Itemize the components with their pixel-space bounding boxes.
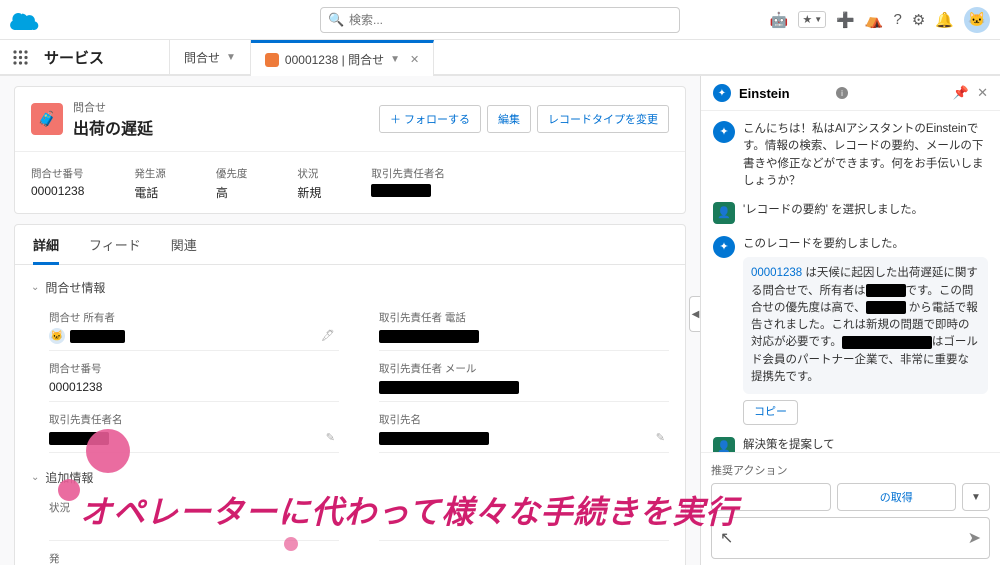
section-additional[interactable]: ⌄ 追加情報 [31,463,669,492]
case-link[interactable]: 00001238 [751,267,802,279]
user-message: 解決策を提案して [743,437,988,453]
field-account-label: 取引先名 [379,412,669,427]
close-panel-icon[interactable]: ✕ [977,85,988,101]
user-avatar-icon: 👤 [713,437,735,453]
favorites-button[interactable]: ★ ▼ [798,11,826,28]
chevron-down-icon: ▼ [226,52,236,63]
redacted-value [49,432,109,445]
hl-origin-label: 発生源 [134,166,166,181]
suggestion-dropdown[interactable]: ▼ [962,483,990,511]
section-inquiry-info[interactable]: ⌄ 問合せ情報 [31,273,669,302]
redacted-value [379,432,489,445]
panel-collapse-handle[interactable]: ◀ [689,296,700,332]
field-contact-phone-label: 取引先責任者 電話 [379,310,669,325]
hl-contact-label: 取引先責任者名 [371,166,445,181]
salesforce-logo [10,10,40,30]
follow-label: フォローする [404,114,470,126]
redacted-value [866,284,906,297]
change-record-type-button[interactable]: レコードタイプを変更 [537,105,669,133]
user-avatar-icon: 👤 [713,202,735,224]
field-contact-name-label: 取引先責任者名 [49,412,339,427]
hl-origin-value: 電話 [134,184,166,201]
info-icon[interactable]: i [836,87,848,99]
tab-cases[interactable]: 問合せ ▼ [170,40,251,74]
chevron-down-icon: ▼ [390,54,400,65]
pin-icon[interactable]: 📌 [953,85,969,101]
edit-pencil-icon[interactable]: ✎ [326,431,335,444]
add-icon[interactable]: ➕ [836,11,855,29]
suggestion-pill[interactable]: の取得 [837,483,957,511]
redacted-value [866,301,906,314]
summary-header: このレコードを要約しました。 [743,236,988,253]
hl-status-label: 状況 [297,166,321,181]
hl-status-value: 新規 [297,184,321,201]
field-status-label: 状況 [49,500,339,515]
user-message: 'レコードの要約' を選択しました。 [743,202,988,224]
einstein-avatar-icon: ✦ [713,121,735,143]
follow-button[interactable]: ＋フォローする [379,105,481,133]
field-owner-label: 問合せ 所有者 [49,310,339,325]
hl-case-no-label: 問合せ番号 [31,166,84,181]
field-origin-label: 発 [49,551,339,565]
edit-pencil-icon[interactable]: 🖋 [321,329,335,342]
copy-button[interactable]: コピー [743,400,798,425]
tab-label: 00001238 | 問合せ [285,51,384,68]
app-launcher-icon[interactable] [0,40,40,74]
tab-related[interactable]: 関連 [171,235,197,264]
chat-input[interactable]: ↖ ➤ [711,517,990,559]
redacted-value [379,330,479,343]
send-icon[interactable]: ➤ [968,528,981,548]
einstein-icon: ✦ [713,84,731,102]
field-case-no-value: 00001238 [49,379,339,395]
user-avatar[interactable]: 🐱 [964,7,990,33]
tab-case-record[interactable]: 00001238 | 問合せ ▼ ✕ [251,40,434,76]
help-icon[interactable]: ? [894,11,902,28]
record-title: 出荷の遅延 [73,115,369,139]
field-contact-email-label: 取引先責任者 メール [379,361,669,376]
close-tab-icon[interactable]: ✕ [410,53,419,66]
trailhead-icon[interactable]: ⛺ [865,11,884,29]
einstein-avatar-icon: ✦ [713,236,735,258]
hl-case-no-value: 00001238 [31,184,84,198]
redacted-value [379,381,519,394]
section-title: 追加情報 [45,469,93,486]
app-name: サービス [40,40,170,74]
field-case-no-label: 問合せ番号 [49,361,339,376]
suggestion-pill[interactable] [711,483,831,511]
case-record-icon: 🧳 [31,103,63,135]
redacted-value [70,330,125,343]
tab-label: 問合せ [184,49,220,66]
tab-feed[interactable]: フィード [89,235,141,264]
edit-pencil-icon[interactable]: ✎ [656,431,665,444]
einstein-title: Einstein [739,86,828,101]
section-title: 問合せ情報 [45,279,105,296]
object-label: 問合せ [73,99,369,115]
search-icon: 🔍 [328,12,344,28]
summary-box: 00001238 は天候に起因した出荷遅延に関する問合せで、所有者はです。この問… [743,257,988,394]
hl-priority-label: 優先度 [216,166,248,181]
edit-button[interactable]: 編集 [487,105,531,133]
suggested-actions-label: 推奨アクション [711,459,990,481]
chevron-down-icon: ⌄ [31,282,39,293]
redacted-value [842,336,932,349]
chevron-down-icon: ⌄ [31,472,39,483]
redacted-value [371,184,431,197]
user-avatar-icon: 🐱 [49,328,65,344]
notifications-icon[interactable]: 🔔 [935,11,954,29]
tab-detail[interactable]: 詳細 [33,235,59,265]
einstein-greeting: こんにちは！私はAIアシスタントのEinsteinです。情報の検索、レコードの要… [743,121,988,190]
einstein-header-icon[interactable]: 🤖 [770,11,789,29]
setup-gear-icon[interactable]: ⚙ [912,11,925,29]
cursor-icon: ↖ [720,528,733,548]
global-search-input[interactable] [320,7,680,33]
case-tab-icon [265,53,279,67]
hl-priority-value: 高 [216,184,248,201]
